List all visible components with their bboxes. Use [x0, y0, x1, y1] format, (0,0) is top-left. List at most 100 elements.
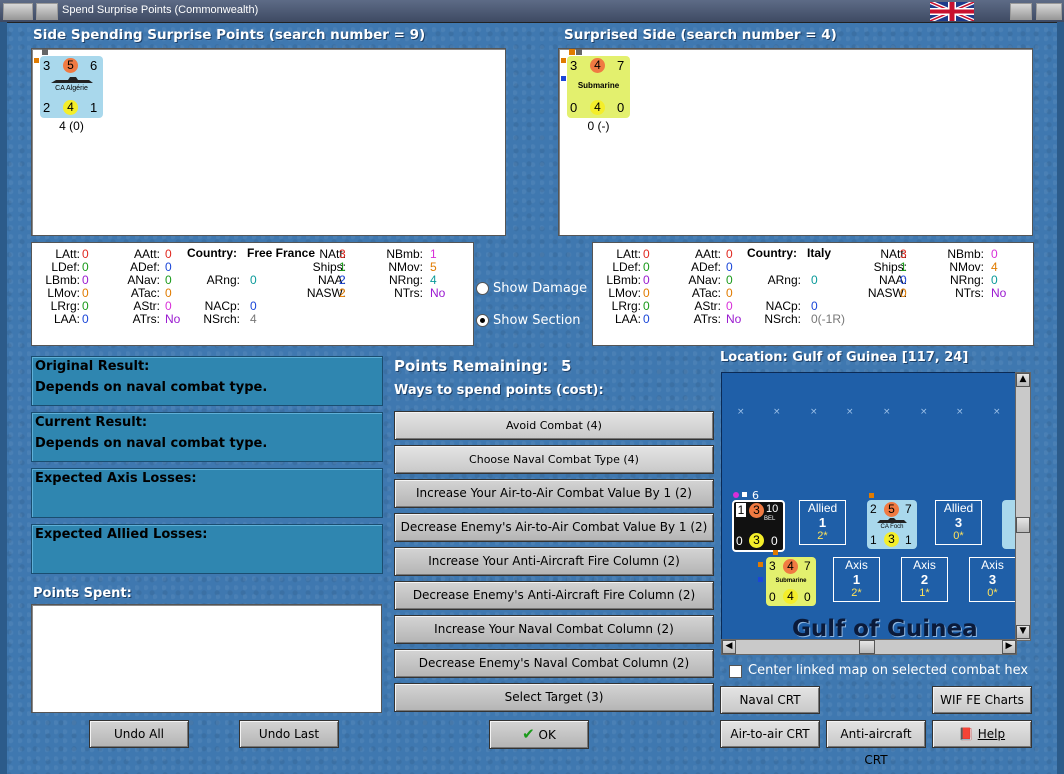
allied-marker-3[interactable]: Allied 3 0*	[935, 500, 982, 545]
unit-value: 6	[90, 58, 98, 73]
radio-button[interactable]	[476, 314, 489, 327]
unit-marker	[34, 58, 39, 63]
submarine-map-counter[interactable]: 3 4 7 Submarine 0 4 0	[766, 557, 816, 606]
ca-algerie-unit-counter[interactable]: 3 5 6 CA Algérie 2 4 1	[40, 56, 103, 118]
country-label: Country:	[747, 246, 797, 260]
stat-value: 1	[339, 260, 346, 274]
unit-caption: 0 (-)	[587, 119, 610, 133]
surprised-side-unit-panel: 3 4 7 Submarine 0 4 0 0 (-)	[558, 48, 1033, 236]
scroll-left-button[interactable]: ◀	[722, 640, 736, 654]
stat-label: NSrch:	[764, 312, 801, 326]
axis-marker-2[interactable]: Axis 2 1*	[901, 557, 948, 602]
marker-sub: 1*	[919, 587, 930, 599]
stat-label: LDef:	[612, 260, 641, 274]
radio-label: Show Section	[493, 313, 581, 328]
spend-option-button[interactable]: Decrease Enemy's Air-to-Air Combat Value…	[394, 513, 714, 542]
stat-label: AStr:	[133, 299, 160, 313]
stat-label: ANav:	[127, 273, 160, 287]
stat-value: 0	[82, 260, 89, 274]
stat-value: 0	[900, 273, 907, 287]
stat-value: 0	[811, 299, 818, 313]
spend-option-button[interactable]: Decrease Enemy's Naval Combat Column (2)	[394, 649, 714, 678]
points-spent-list[interactable]	[31, 604, 382, 713]
undo-all-button[interactable]: Undo All	[89, 720, 189, 748]
marker-sub: 2*	[817, 530, 828, 542]
unit-value: 7	[804, 559, 811, 573]
spend-option-button[interactable]: Select Target (3)	[394, 683, 714, 712]
map-horizontal-scrollbar[interactable]: ◀ ▶	[721, 639, 1017, 655]
stat-value: 0	[82, 273, 89, 287]
marker-number: 3	[988, 572, 997, 587]
stat-label: NSrch:	[203, 312, 240, 326]
expected-allied-losses-title: Expected Allied Losses:	[35, 527, 208, 542]
ca-foch-unit-counter[interactable]: 2 5 7 CA Foch 1 3 1	[867, 500, 917, 549]
bel-unit-counter[interactable]: 1 3 10 BEL 0 3 0	[732, 500, 785, 552]
stat-value: 4	[250, 312, 257, 326]
spend-option-button[interactable]: Avoid Combat (4)	[394, 411, 714, 440]
scroll-down-button[interactable]: ▼	[1016, 625, 1030, 639]
linked-map-view[interactable]: × × × × × × × × 6 1 3 10 BEL 0 3 0 Allied 1 2* …	[721, 372, 1017, 641]
unit-value: 3	[749, 503, 764, 518]
unit-marker	[733, 492, 739, 498]
stat-value: 0	[165, 299, 172, 313]
unit-value: 3	[749, 533, 764, 548]
axis-marker-1[interactable]: Axis 1 2*	[833, 557, 880, 602]
unit-value: 3	[570, 58, 578, 73]
axis-marker-3[interactable]: Axis 3 0*	[969, 557, 1016, 602]
uk-flag-icon	[930, 2, 974, 21]
spending-side-unit-panel: 3 5 6 CA Algérie 2 4 1 4 (0)	[31, 48, 506, 236]
marker-label: Axis	[845, 558, 868, 572]
scroll-thumb[interactable]	[1016, 517, 1030, 533]
stat-value: No	[726, 312, 742, 326]
hex-center-marker: ×	[920, 407, 928, 417]
points-remaining-value: 5	[561, 357, 572, 375]
unit-marker	[42, 49, 48, 55]
ok-button[interactable]: ✔ OK	[489, 720, 589, 749]
marker-number: 2	[920, 572, 929, 587]
stat-label: NBmb:	[386, 247, 423, 261]
map-vertical-scrollbar[interactable]: ▲ ▼	[1015, 372, 1031, 641]
spend-option-button[interactable]: Choose Naval Combat Type (4)	[394, 445, 714, 474]
stat-label: LRrg:	[50, 299, 80, 313]
stat-value: 5	[430, 260, 437, 274]
system-menu-button[interactable]	[3, 3, 33, 20]
window-frame-right	[1057, 22, 1064, 774]
spend-option-button[interactable]: Increase Your Air-to-Air Combat Value By…	[394, 479, 714, 508]
scroll-thumb[interactable]	[859, 640, 875, 654]
radio-button[interactable]	[476, 282, 489, 295]
naval-crt-button[interactable]: Naval CRT	[720, 686, 820, 714]
stat-value: 0	[900, 286, 907, 300]
unit-value: 7	[617, 58, 625, 73]
anti-aircraft-crt-button[interactable]: Anti-aircraft CRT	[826, 720, 926, 767]
allied-marker-1[interactable]: Allied 1 2*	[799, 500, 846, 545]
checkbox-label: Center linked map on selected combat hex	[748, 663, 1029, 678]
scroll-up-button[interactable]: ▲	[1016, 373, 1030, 387]
spend-option-button[interactable]: Increase Your Anti-Aircraft Fire Column …	[394, 547, 714, 576]
stat-value: 0	[643, 312, 650, 326]
stat-label: LAtt:	[55, 247, 80, 261]
radio-label: Show Damage	[493, 281, 588, 296]
stat-label: ARng:	[767, 273, 801, 287]
maximize-button[interactable]	[1010, 3, 1032, 20]
unit-value: 4	[783, 589, 798, 604]
scroll-right-button[interactable]: ▶	[1002, 640, 1016, 654]
submarine-unit-counter[interactable]: 3 4 7 Submarine 0 4 0	[567, 56, 630, 118]
help-button[interactable]: 📕 Help	[932, 720, 1032, 748]
spend-option-button[interactable]: Decrease Enemy's Anti-Aircraft Fire Colu…	[394, 581, 714, 610]
checkbox[interactable]	[729, 665, 742, 678]
spend-option-button[interactable]: Increase Your Naval Combat Column (2)	[394, 615, 714, 644]
unit-value: 10	[766, 503, 779, 515]
stat-label: LRrg:	[611, 299, 641, 313]
undo-last-button[interactable]: Undo Last	[239, 720, 339, 748]
stat-value: 0	[165, 273, 172, 287]
air-to-air-crt-button[interactable]: Air-to-air CRT	[720, 720, 820, 748]
unit-value: 7	[905, 502, 912, 516]
hex-center-marker: ×	[810, 407, 818, 417]
minimize-button[interactable]	[36, 3, 58, 20]
stat-label: ADef:	[129, 260, 160, 274]
stat-value: 0	[165, 286, 172, 300]
unit-value: 1	[90, 100, 98, 115]
wif-fe-charts-button[interactable]: WIF FE Charts	[932, 686, 1032, 714]
hex-center-marker: ×	[956, 407, 964, 417]
close-button[interactable]	[1036, 3, 1062, 20]
